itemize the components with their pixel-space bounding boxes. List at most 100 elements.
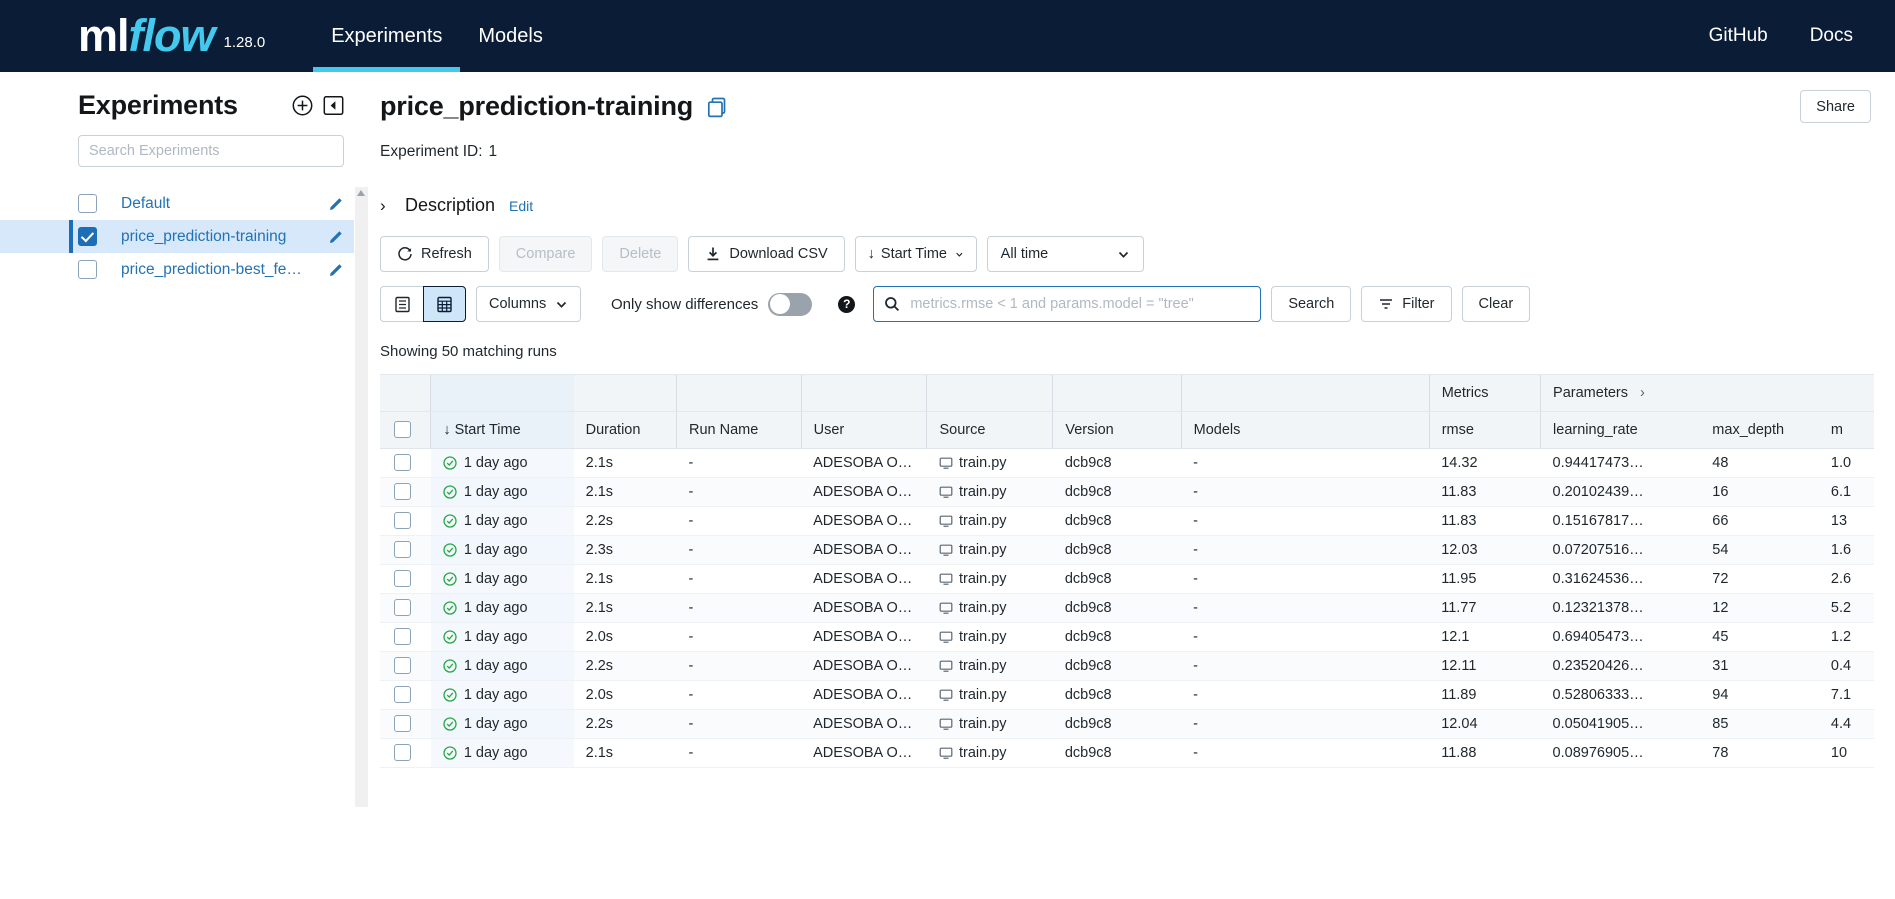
- cell-run-name: -: [676, 448, 802, 478]
- nav-link-experiments[interactable]: Experiments: [313, 0, 461, 72]
- cell-version: dcb9c8: [1052, 622, 1182, 652]
- column-header-version[interactable]: Version: [1052, 411, 1182, 449]
- sidebar-scrollbar[interactable]: [355, 187, 368, 807]
- row-checkbox[interactable]: [394, 715, 411, 732]
- column-header-learning-rate[interactable]: learning_rate: [1540, 411, 1701, 449]
- collapse-panel-icon[interactable]: [322, 95, 344, 117]
- clear-button[interactable]: Clear: [1461, 286, 1531, 322]
- refresh-label: Refresh: [421, 246, 472, 262]
- download-csv-button[interactable]: Download CSV: [688, 236, 845, 272]
- row-checkbox[interactable]: [394, 570, 411, 587]
- cell-m: 1.2: [1818, 622, 1874, 652]
- sidebar-item-price-prediction-best-fe[interactable]: price_prediction-best_fe…: [0, 253, 354, 286]
- plus-circle-icon[interactable]: [291, 95, 313, 117]
- cell-rmse: 11.89: [1429, 680, 1541, 710]
- column-header-models[interactable]: Models: [1180, 411, 1430, 449]
- experiment-checkbox[interactable]: [78, 194, 97, 213]
- description-edit-link[interactable]: Edit: [509, 198, 533, 214]
- column-header-source[interactable]: Source: [926, 411, 1053, 449]
- cell-start-time: 1 day ago: [430, 593, 574, 623]
- cell-learning-rate: 0.94417473…: [1540, 448, 1701, 478]
- table-row[interactable]: 1 day ago 2.1s - ADESOBA O… train.py dcb9c8-1…: [380, 738, 1874, 768]
- table-row[interactable]: 1 day ago 2.3s - ADESOBA O… train.py dcb9c8-1…: [380, 535, 1874, 565]
- experiment-checkbox[interactable]: [78, 260, 97, 279]
- sidebar-item-label: Default: [121, 194, 171, 212]
- share-button[interactable]: Share: [1800, 90, 1871, 123]
- chevron-right-icon[interactable]: ›: [1640, 385, 1645, 401]
- cell-m: 0.4: [1818, 651, 1874, 681]
- scroll-up-arrow-icon[interactable]: [357, 190, 365, 196]
- row-checkbox[interactable]: [394, 512, 411, 529]
- delete-button[interactable]: Delete: [602, 236, 679, 272]
- row-checkbox[interactable]: [394, 628, 411, 645]
- nav-link-github[interactable]: GitHub: [1709, 25, 1768, 47]
- column-header-m[interactable]: m: [1818, 411, 1874, 449]
- row-checkbox[interactable]: [394, 454, 411, 471]
- search-experiments-input[interactable]: [78, 135, 344, 167]
- column-header-rmse[interactable]: rmse: [1428, 411, 1541, 449]
- sidebar-item-price-prediction-training[interactable]: price_prediction-training: [0, 220, 354, 253]
- cell-duration: 2.0s: [573, 622, 677, 652]
- table-row[interactable]: 1 day ago 2.1s - ADESOBA O… train.py dcb9c8-1…: [380, 477, 1874, 507]
- edit-pencil-icon[interactable]: [329, 196, 344, 211]
- cell-source: train.py: [926, 738, 1053, 768]
- edit-pencil-icon[interactable]: [329, 229, 344, 244]
- nav-link-docs[interactable]: Docs: [1810, 25, 1853, 47]
- grid-view-icon[interactable]: [423, 286, 466, 322]
- search-button[interactable]: Search: [1271, 286, 1352, 322]
- cell-max-depth: 72: [1700, 564, 1819, 594]
- source-value: train.py: [958, 657, 1007, 674]
- list-view-icon[interactable]: [380, 286, 423, 322]
- sort-start-time-button[interactable]: ↓ Start Time: [854, 236, 977, 272]
- cell-source: train.py: [926, 651, 1053, 681]
- cell-m: 13: [1818, 506, 1874, 536]
- table-row[interactable]: 1 day ago 2.2s - ADESOBA O… train.py dcb9c8-1…: [380, 709, 1874, 739]
- copy-icon[interactable]: [706, 96, 728, 118]
- column-header-max-depth[interactable]: max_depth: [1700, 411, 1819, 449]
- row-checkbox[interactable]: [394, 657, 411, 674]
- column-header-start-time[interactable]: ↓ Start Time: [430, 411, 574, 449]
- cell-rmse: 12.04: [1429, 709, 1541, 739]
- select-all-checkbox[interactable]: [394, 421, 411, 438]
- filter-button[interactable]: Filter: [1361, 286, 1452, 322]
- row-checkbox[interactable]: [394, 599, 411, 616]
- search-runs-wrapper: [873, 286, 1262, 322]
- table-row[interactable]: 1 day ago 2.0s - ADESOBA O… train.py dcb9c8-1…: [380, 680, 1874, 710]
- table-row[interactable]: 1 day ago 2.2s - ADESOBA O… train.py dcb9c8-1…: [380, 651, 1874, 681]
- select-all-header: [380, 411, 431, 449]
- experiment-checkbox[interactable]: [78, 227, 97, 246]
- mlflow-logo[interactable]: mlflow 1.28.0: [78, 13, 265, 58]
- chevron-right-icon[interactable]: ›: [380, 196, 394, 216]
- group-header-blank-check: [380, 375, 431, 412]
- row-checkbox[interactable]: [394, 483, 411, 500]
- start-time-value: 1 day ago: [463, 715, 528, 732]
- column-header-run-name[interactable]: Run Name: [675, 411, 802, 449]
- help-icon[interactable]: ?: [838, 295, 856, 313]
- table-row[interactable]: 1 day ago 2.1s - ADESOBA O… train.py dcb9c8-1…: [380, 593, 1874, 623]
- cell-learning-rate: 0.05041905…: [1540, 709, 1701, 739]
- row-checkbox[interactable]: [394, 744, 411, 761]
- table-row[interactable]: 1 day ago 2.0s - ADESOBA O… train.py dcb9c8-1…: [380, 622, 1874, 652]
- page-layout: Experiments Default: [0, 72, 1895, 899]
- refresh-button[interactable]: Refresh: [380, 236, 489, 272]
- sidebar-item-default[interactable]: Default: [0, 187, 354, 220]
- compare-button[interactable]: Compare: [498, 236, 593, 272]
- column-header-duration[interactable]: Duration: [573, 411, 677, 449]
- secondary-toolbar: Columns Only show differences ? Search F…: [380, 286, 1871, 322]
- columns-dropdown[interactable]: Columns: [476, 286, 581, 322]
- source-value: train.py: [958, 454, 1007, 471]
- search-runs-input[interactable]: [908, 295, 1251, 313]
- filter-icon: [1380, 299, 1393, 309]
- main-nav: Experiments Models: [313, 0, 561, 72]
- row-checkbox[interactable]: [394, 686, 411, 703]
- nav-link-models[interactable]: Models: [460, 0, 560, 72]
- table-row[interactable]: 1 day ago 2.1s - ADESOBA O… train.py dcb9c8-1…: [380, 448, 1874, 478]
- only-show-differences-toggle[interactable]: [768, 292, 813, 316]
- table-row[interactable]: 1 day ago 2.2s - ADESOBA O… train.py dcb9c8-1…: [380, 506, 1874, 536]
- edit-pencil-icon[interactable]: [329, 262, 344, 277]
- table-row[interactable]: 1 day ago 2.1s - ADESOBA O… train.py dcb9c8-1…: [380, 564, 1874, 594]
- column-header-user[interactable]: User: [800, 411, 927, 449]
- time-range-select[interactable]: All time: [986, 236, 1144, 272]
- row-checkbox[interactable]: [394, 541, 411, 558]
- cell-m: 4.4: [1818, 709, 1874, 739]
